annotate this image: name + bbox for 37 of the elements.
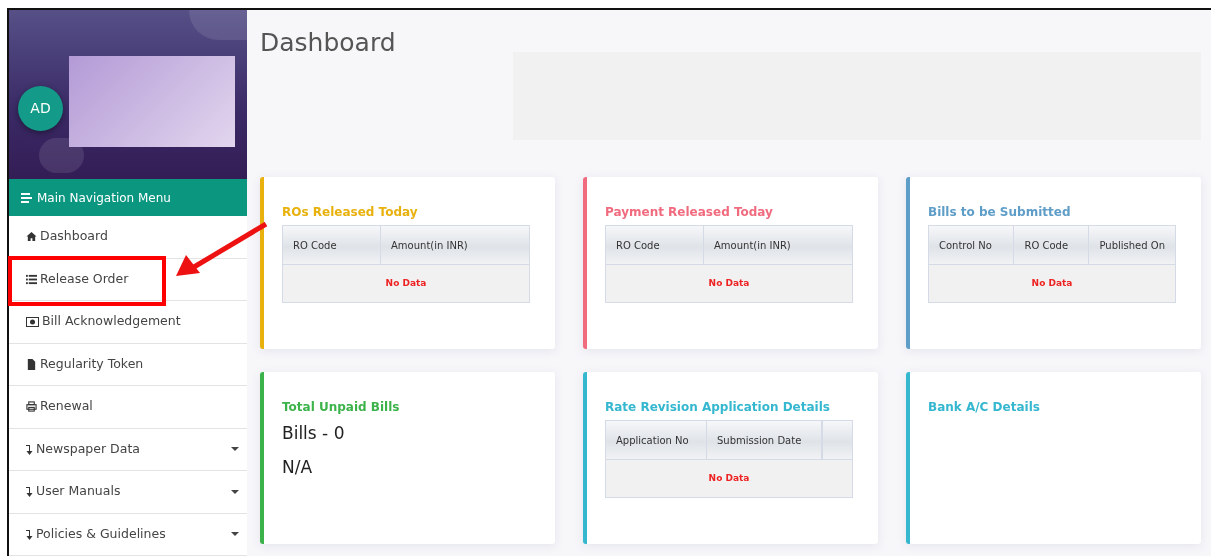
empty-table-message: No Data — [929, 264, 1175, 302]
page-title: Dashboard — [260, 27, 397, 59]
avatar[interactable]: AD — [18, 86, 63, 131]
down-arrow-icon — [26, 443, 33, 455]
down-arrow-icon — [26, 528, 33, 540]
caret-icon — [231, 532, 239, 537]
column-header: Application No — [606, 421, 707, 459]
stat-text: N/A — [282, 456, 314, 478]
card-title: Total Unpaid Bills — [282, 399, 401, 416]
card-title: Payment Released Today — [605, 204, 774, 221]
card-title: Bank A/C Details — [928, 399, 1041, 416]
card-title: Bills to be Submitted — [928, 204, 1072, 221]
card-title: ROs Released Today — [282, 204, 419, 221]
caret-icon — [231, 447, 239, 452]
home-icon — [26, 231, 37, 243]
column-header: Published On — [1089, 226, 1175, 264]
bubble-decoration — [39, 138, 84, 173]
column-header: Amount(in INR) — [381, 226, 529, 264]
column-header: RO Code — [606, 226, 704, 264]
down-arrow-icon — [26, 486, 33, 498]
stat-text: Bills - 0 — [282, 422, 346, 444]
menu-title: Main Navigation Menu — [37, 189, 171, 207]
caret-icon — [231, 489, 239, 494]
column-header: Submission Date — [707, 421, 822, 459]
column-header: Control No — [929, 226, 1015, 264]
card-title: Rate Revision Application Details — [605, 399, 831, 416]
banknote-icon — [26, 316, 39, 327]
printer-icon — [26, 401, 37, 413]
empty-table-message: No Data — [606, 264, 852, 302]
file-icon — [26, 358, 37, 370]
list-icon — [26, 273, 37, 285]
column-header: Amount(in INR) — [704, 226, 852, 264]
column-header: RO Code — [283, 226, 381, 264]
empty-table-message: No Data — [606, 459, 852, 497]
menu-icon — [21, 192, 32, 203]
column-header: RO Code — [1014, 226, 1090, 264]
empty-table-message: No Data — [283, 264, 529, 302]
